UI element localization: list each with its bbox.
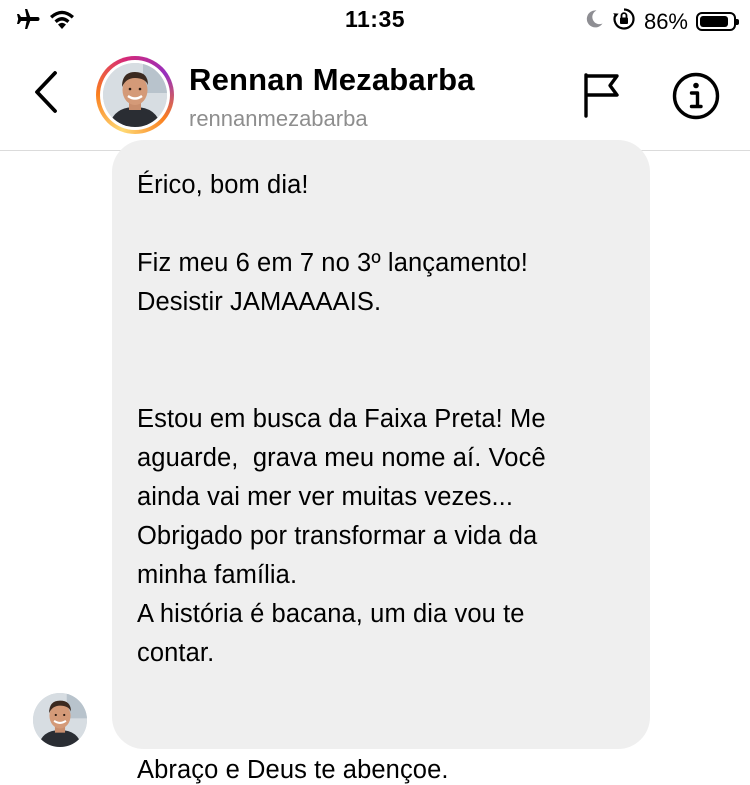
orientation-lock-icon	[612, 7, 636, 36]
sender-avatar[interactable]	[33, 693, 87, 747]
conversation-info-button[interactable]	[668, 70, 724, 126]
battery-level-fill	[700, 16, 728, 27]
header-avatar[interactable]	[96, 56, 174, 134]
battery-tip	[736, 19, 739, 25]
message-text: Érico, bom dia! Fiz meu 6 em 7 no 3º lan…	[137, 171, 546, 784]
avatar-ring-gap	[100, 60, 170, 130]
report-flag-button[interactable]	[574, 70, 628, 124]
user-username[interactable]: rennanmezabarba	[189, 106, 368, 132]
message-bubble[interactable]: Érico, bom dia! Fiz meu 6 em 7 no 3º lan…	[112, 140, 650, 784]
moon-icon	[584, 9, 604, 34]
back-button[interactable]	[22, 70, 70, 118]
avatar-photo	[103, 63, 167, 127]
chat-header: Rennan Mezabarba rennanmezabarba	[0, 40, 750, 151]
battery-icon	[696, 12, 739, 31]
dm-thread-screen: 11:35 86% Rennan Mezabarba rennanmezabar…	[0, 0, 750, 785]
status-bar: 11:35 86%	[0, 0, 750, 40]
battery-percent: 86%	[643, 8, 688, 34]
flag-icon	[581, 72, 621, 123]
back-chevron-icon	[31, 70, 61, 119]
user-display-name[interactable]: Rennan Mezabarba	[189, 62, 475, 98]
status-right: 86%	[584, 7, 739, 36]
info-icon	[671, 71, 721, 126]
